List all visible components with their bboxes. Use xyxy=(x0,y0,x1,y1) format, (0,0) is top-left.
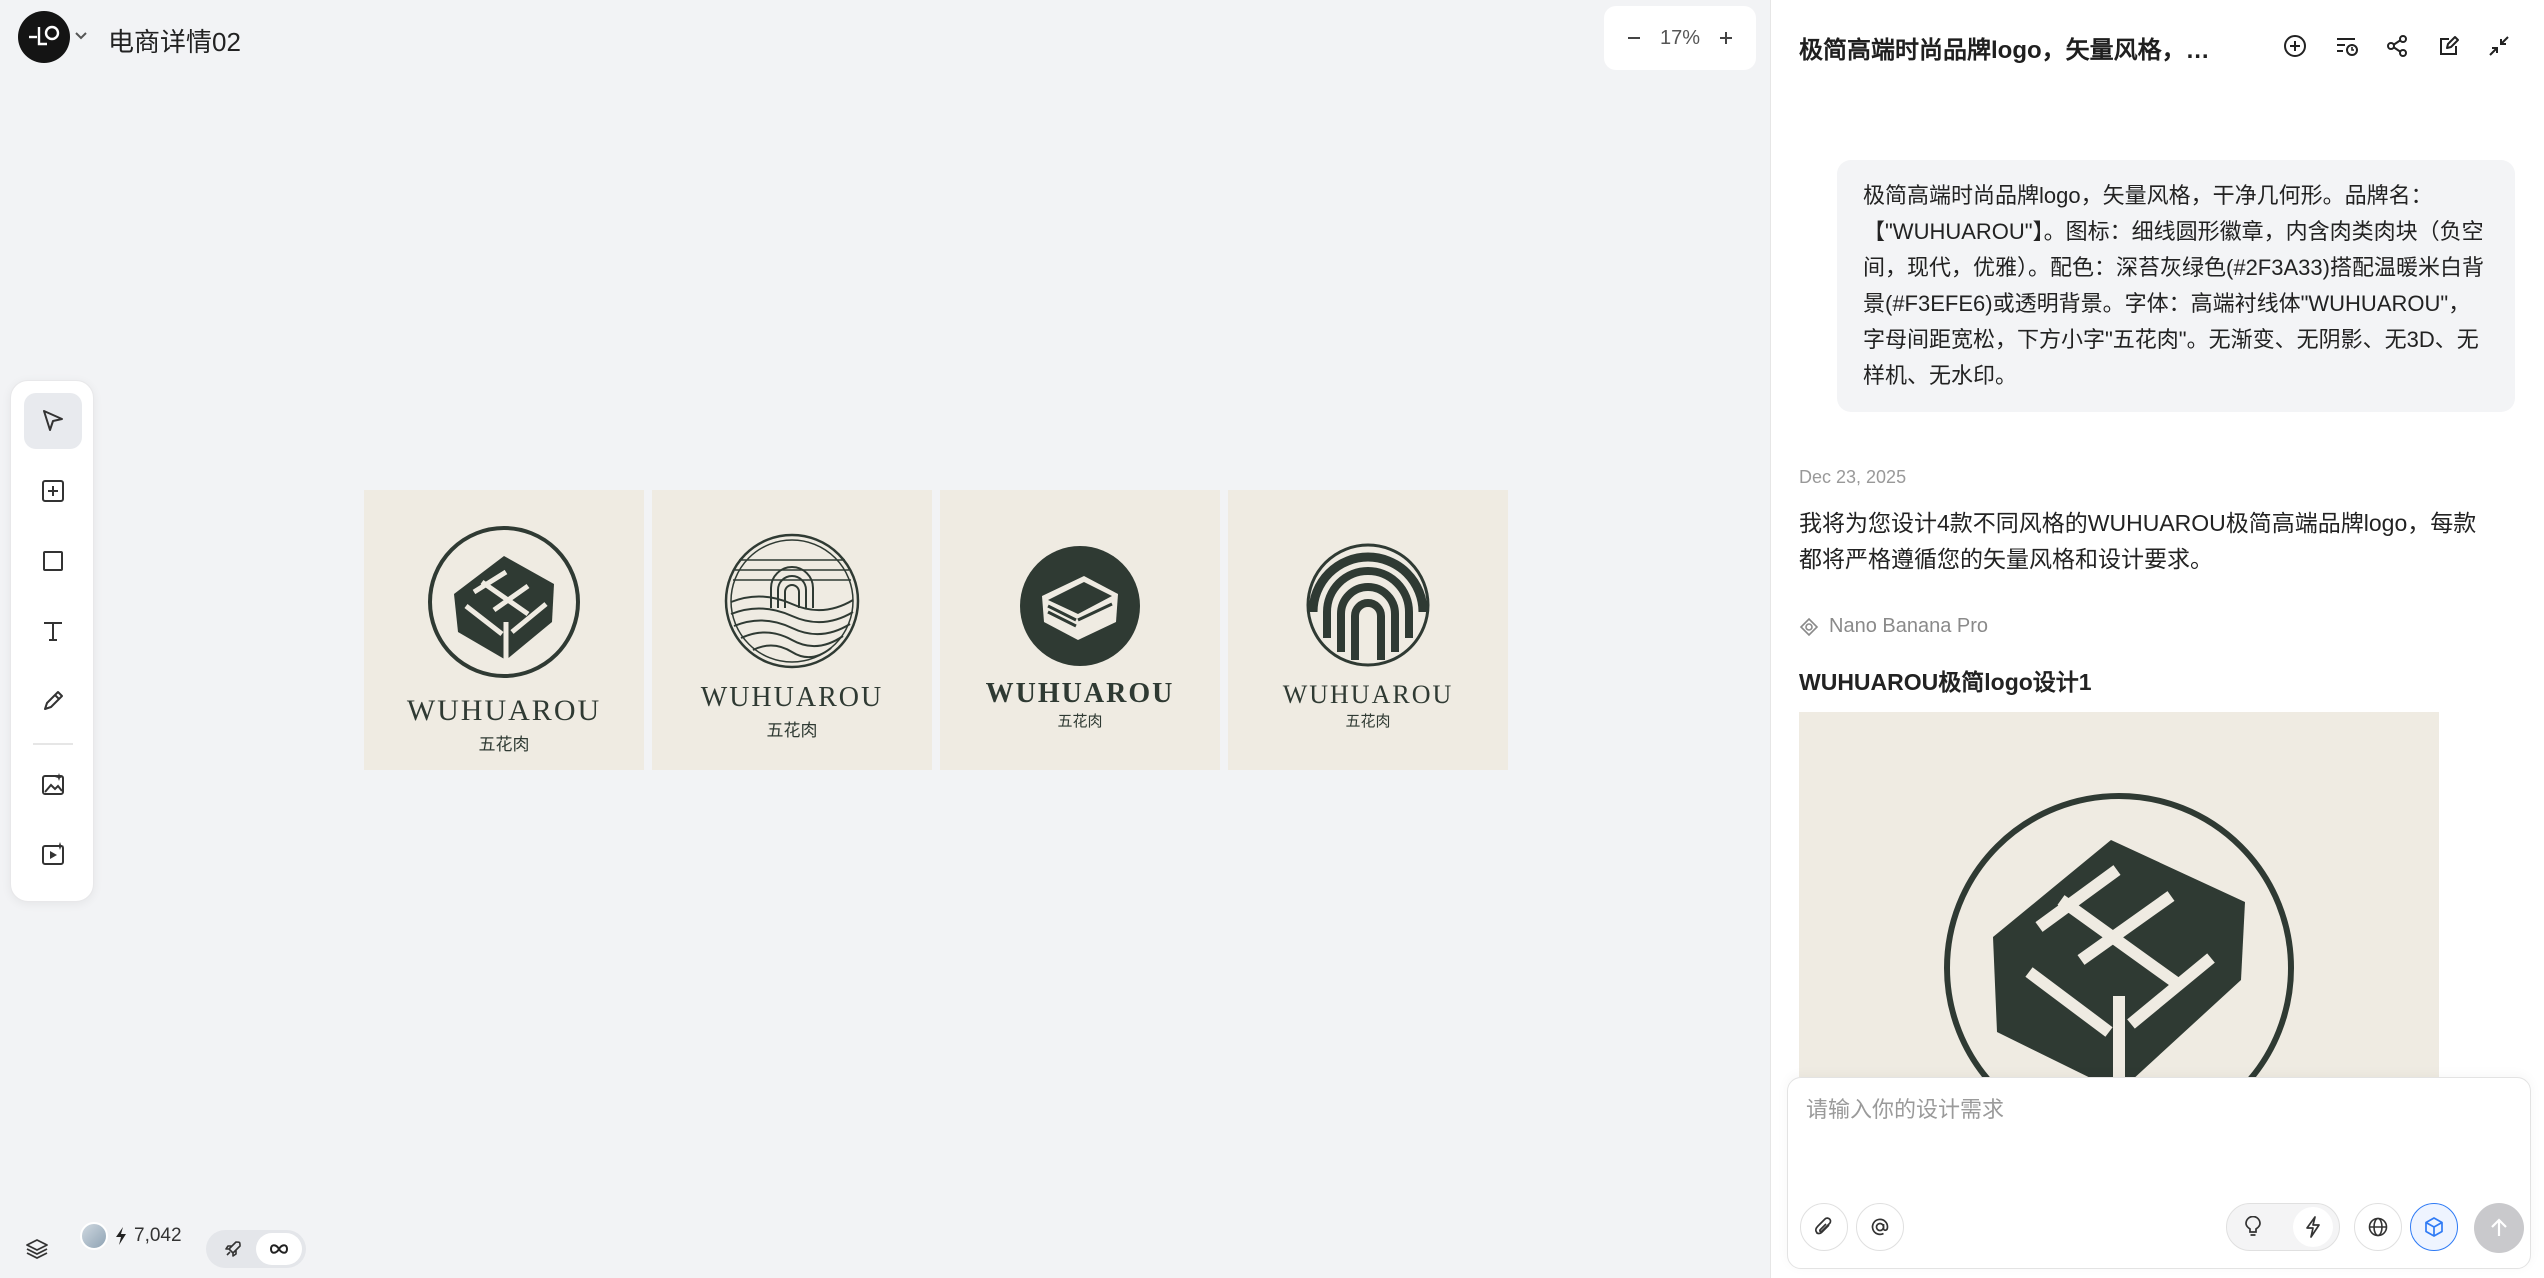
credits-count: 7,042 xyxy=(134,1225,182,1246)
project-title[interactable]: 电商详情02 xyxy=(108,22,241,59)
logo-brand-name: WUHUAROU xyxy=(985,678,1175,709)
globe-icon xyxy=(2368,1217,2388,1237)
infinite-mode-button[interactable] xyxy=(256,1233,302,1265)
result-logo-emblem xyxy=(1944,793,2294,1077)
share-icon xyxy=(2387,35,2407,57)
toolbar-divider xyxy=(33,743,73,745)
mode-segmented-control xyxy=(2226,1203,2340,1251)
app-logo-button[interactable] xyxy=(18,11,70,63)
web-search-button[interactable] xyxy=(2354,1203,2402,1251)
left-toolbar xyxy=(10,380,94,902)
chat-title: 极简高端时尚品牌logo，矢量风格，干净... xyxy=(1799,37,2229,64)
pen-icon xyxy=(44,691,63,710)
model-tag: Nano Banana Pro xyxy=(1799,615,1988,638)
video-sparkle-icon xyxy=(42,842,64,865)
video-generate-button[interactable] xyxy=(24,827,82,883)
zoom-in-button[interactable] xyxy=(1714,26,1738,50)
at-sign-icon xyxy=(1871,1218,1889,1236)
chat-input[interactable] xyxy=(1806,1092,2506,1182)
layers-icon xyxy=(26,1239,48,1260)
logo-brand-name: WUHUAROU xyxy=(406,694,602,727)
message-date: Dec 23, 2025 xyxy=(1799,467,1907,487)
result-title: WUHUAROU极简logo设计1 xyxy=(1799,669,2092,695)
canvas-logo-card-1[interactable]: WUHUAROU 五花肉 xyxy=(364,490,644,770)
cursor-icon xyxy=(43,410,63,431)
paperclip-icon xyxy=(1814,1217,1832,1235)
mention-button[interactable] xyxy=(1856,1203,1904,1251)
history-button[interactable] xyxy=(2331,30,2363,62)
pen-tool-button[interactable] xyxy=(24,673,82,729)
fast-mode-button[interactable] xyxy=(2293,1207,2333,1247)
logo-brand-subtitle: 五花肉 xyxy=(478,735,530,755)
edit-note-button[interactable] xyxy=(2433,30,2465,62)
collapse-icon xyxy=(2489,36,2509,56)
lightbulb-icon xyxy=(2245,1216,2261,1236)
image-generate-button[interactable] xyxy=(24,757,82,813)
text-tool-button[interactable] xyxy=(24,603,82,659)
plus-icon xyxy=(1720,32,1732,44)
minus-icon xyxy=(1628,37,1640,39)
chat-input-box xyxy=(1787,1077,2531,1269)
zoom-control: 17% xyxy=(1604,6,1756,70)
rectangle-icon xyxy=(43,551,63,571)
add-square-icon xyxy=(42,480,64,502)
rocket-mode-button[interactable] xyxy=(210,1233,256,1265)
lightning-icon xyxy=(116,1227,126,1245)
rectangle-tool-button[interactable] xyxy=(24,533,82,589)
send-button[interactable] xyxy=(2474,1203,2524,1253)
app-logo-icon xyxy=(29,25,60,46)
logo-brand-subtitle: 五花肉 xyxy=(766,721,818,741)
text-icon xyxy=(44,622,62,641)
logo-brand-subtitle: 五花肉 xyxy=(1345,712,1391,730)
plus-circle-icon xyxy=(2284,35,2306,57)
logo-emblem-4 xyxy=(1306,543,1430,667)
logo-brand-name: WUHUAROU xyxy=(700,682,884,713)
lightning-outline-icon xyxy=(2306,1216,2320,1238)
canvas-logo-card-2[interactable]: WUHUAROU 五花肉 xyxy=(652,490,932,770)
model-name: Nano Banana Pro xyxy=(1829,615,1989,637)
user-prompt-bubble: 极简高端时尚品牌logo，矢量风格，干净几何形。品牌名：【"WUHUAROU"】… xyxy=(1837,160,2515,412)
user-avatar[interactable] xyxy=(80,1222,108,1250)
logo-emblem-2 xyxy=(724,533,860,669)
assistant-reply: 我将为您设计4款不同风格的WUHUAROU极简高端品牌logo，每款都将严格遵循… xyxy=(1799,510,2477,572)
3d-mode-button[interactable] xyxy=(2410,1203,2458,1251)
canvas-logo-card-3[interactable]: WUHUAROU 五花肉 xyxy=(940,490,1220,770)
logo-emblem-1 xyxy=(428,526,580,678)
zoom-level: 17% xyxy=(1659,26,1701,49)
zoom-out-button[interactable] xyxy=(1622,26,1646,50)
result-image[interactable] xyxy=(1799,712,2439,1077)
arrow-up-icon xyxy=(2491,1218,2507,1236)
logo-brand-subtitle: 五花肉 xyxy=(1057,712,1103,730)
collapse-panel-button[interactable] xyxy=(2483,30,2515,62)
logo-emblem-3 xyxy=(1020,546,1140,666)
model-eye-icon xyxy=(1799,617,1819,636)
rocket-icon xyxy=(225,1241,241,1257)
app-menu-chevron-icon[interactable] xyxy=(74,28,88,46)
note-edit-icon xyxy=(2440,36,2459,55)
chat-panel: 极简高端时尚品牌logo，矢量风格，干净... 极简高端时尚品牌logo，矢量风… xyxy=(1770,0,2544,1278)
infinity-icon xyxy=(269,1244,289,1254)
cube-icon xyxy=(2425,1217,2443,1237)
new-chat-button[interactable] xyxy=(2279,30,2311,62)
attach-button[interactable] xyxy=(1800,1203,1848,1251)
layers-button[interactable] xyxy=(24,1236,50,1267)
add-frame-button[interactable] xyxy=(24,463,82,519)
mode-toggle xyxy=(206,1230,306,1268)
image-sparkle-icon xyxy=(42,773,64,795)
select-tool-button[interactable] xyxy=(24,393,82,449)
idea-mode-button[interactable] xyxy=(2233,1207,2273,1247)
history-list-icon xyxy=(2337,38,2358,56)
share-button[interactable] xyxy=(2381,30,2413,62)
canvas-logo-card-4[interactable]: WUHUAROU 五花肉 xyxy=(1228,490,1508,770)
logo-brand-name: WUHUAROU xyxy=(1282,680,1454,709)
credits-display[interactable]: 7,042 xyxy=(80,1222,182,1250)
